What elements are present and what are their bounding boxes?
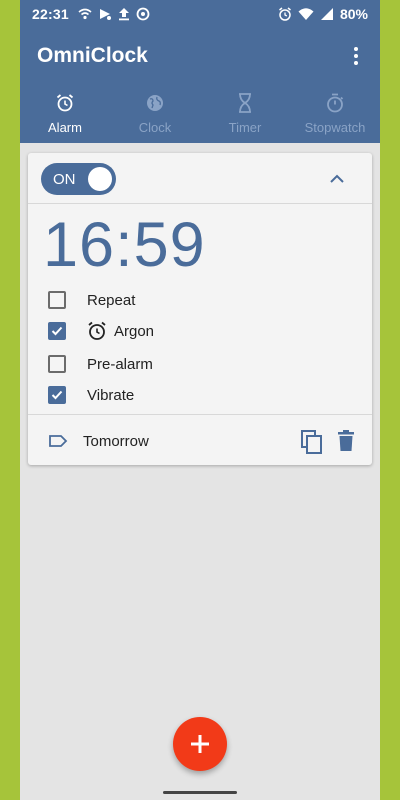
delete-icon[interactable]	[336, 429, 356, 453]
tab-label: Stopwatch	[304, 120, 366, 135]
alarm-clock-icon	[56, 94, 74, 112]
alarm-card-header: ON	[28, 153, 372, 204]
repeat-checkbox[interactable]	[48, 291, 66, 309]
alarm-toggle[interactable]: ON	[41, 163, 116, 195]
tab-timer[interactable]: Timer	[200, 84, 290, 143]
copy-icon[interactable]	[300, 429, 324, 455]
option-vibrate[interactable]: Vibrate	[48, 383, 134, 407]
tab-clock[interactable]: Clock	[110, 84, 200, 143]
checkmark-icon	[51, 390, 63, 400]
gesture-nav-bar[interactable]	[163, 791, 237, 794]
globe-icon	[147, 95, 163, 111]
option-label: Argon	[114, 322, 155, 340]
hourglass-icon	[239, 93, 251, 113]
stopwatch-icon	[327, 93, 344, 113]
tab-label: Clock	[138, 120, 172, 135]
option-pre-alarm[interactable]: Pre-alarm	[48, 352, 153, 376]
tab-label: Timer	[228, 120, 262, 135]
alarm-label: Tomorrow	[83, 432, 149, 450]
vibrate-checkbox[interactable]	[48, 386, 66, 404]
app-bar: 22:31 80% OmniClock Alarm Clock Timer St…	[20, 0, 380, 143]
alarm-card: ON 16:59 Repeat Argon Pre-alarm Vibrate …	[28, 153, 372, 465]
chevron-up-icon[interactable]	[326, 168, 348, 190]
upload-icon	[118, 8, 129, 21]
phone-screen: 22:31 80% OmniClock Alarm Clock Timer St…	[20, 0, 380, 800]
title-bar: OmniClock	[20, 28, 380, 84]
tab-stopwatch[interactable]: Stopwatch	[290, 84, 380, 143]
option-label: Repeat	[87, 291, 136, 309]
option-label: Vibrate	[87, 386, 135, 404]
divider	[28, 414, 372, 415]
sync-icon	[136, 7, 150, 21]
option-repeat[interactable]: Repeat	[48, 288, 135, 312]
toggle-knob	[88, 167, 112, 191]
signal-icon	[320, 8, 333, 20]
tab-label: Alarm	[48, 120, 82, 135]
toggle-label: ON	[53, 170, 76, 188]
tab-bar: Alarm Clock Timer Stopwatch	[20, 84, 380, 143]
status-bar: 22:31 80%	[20, 0, 380, 28]
battery-percent: 80%	[339, 6, 368, 22]
option-label: Pre-alarm	[87, 355, 153, 373]
alarm-clock-icon	[88, 321, 106, 340]
add-alarm-button[interactable]	[173, 717, 227, 771]
notification-icons	[78, 7, 150, 21]
checkmark-icon	[51, 326, 63, 336]
plus-icon	[191, 735, 209, 753]
alarm-label-row[interactable]: Tomorrow	[48, 430, 149, 452]
app-title: OmniClock	[37, 44, 148, 67]
cast-icon	[99, 9, 111, 20]
pre-alarm-checkbox[interactable]	[48, 355, 66, 373]
wifi-call-icon	[78, 8, 92, 20]
tab-alarm[interactable]: Alarm	[20, 84, 110, 143]
status-time: 22:31	[32, 6, 69, 22]
label-tag-icon	[49, 435, 68, 447]
alarm-time[interactable]: 16:59	[43, 209, 206, 281]
more-options-icon[interactable]	[344, 42, 368, 70]
alarm-status-icon	[279, 7, 291, 21]
ringtone-checkbox[interactable]	[48, 322, 66, 340]
option-ringtone[interactable]: Argon	[48, 319, 154, 343]
wifi-icon	[298, 8, 314, 20]
system-icons: 80%	[278, 0, 368, 28]
